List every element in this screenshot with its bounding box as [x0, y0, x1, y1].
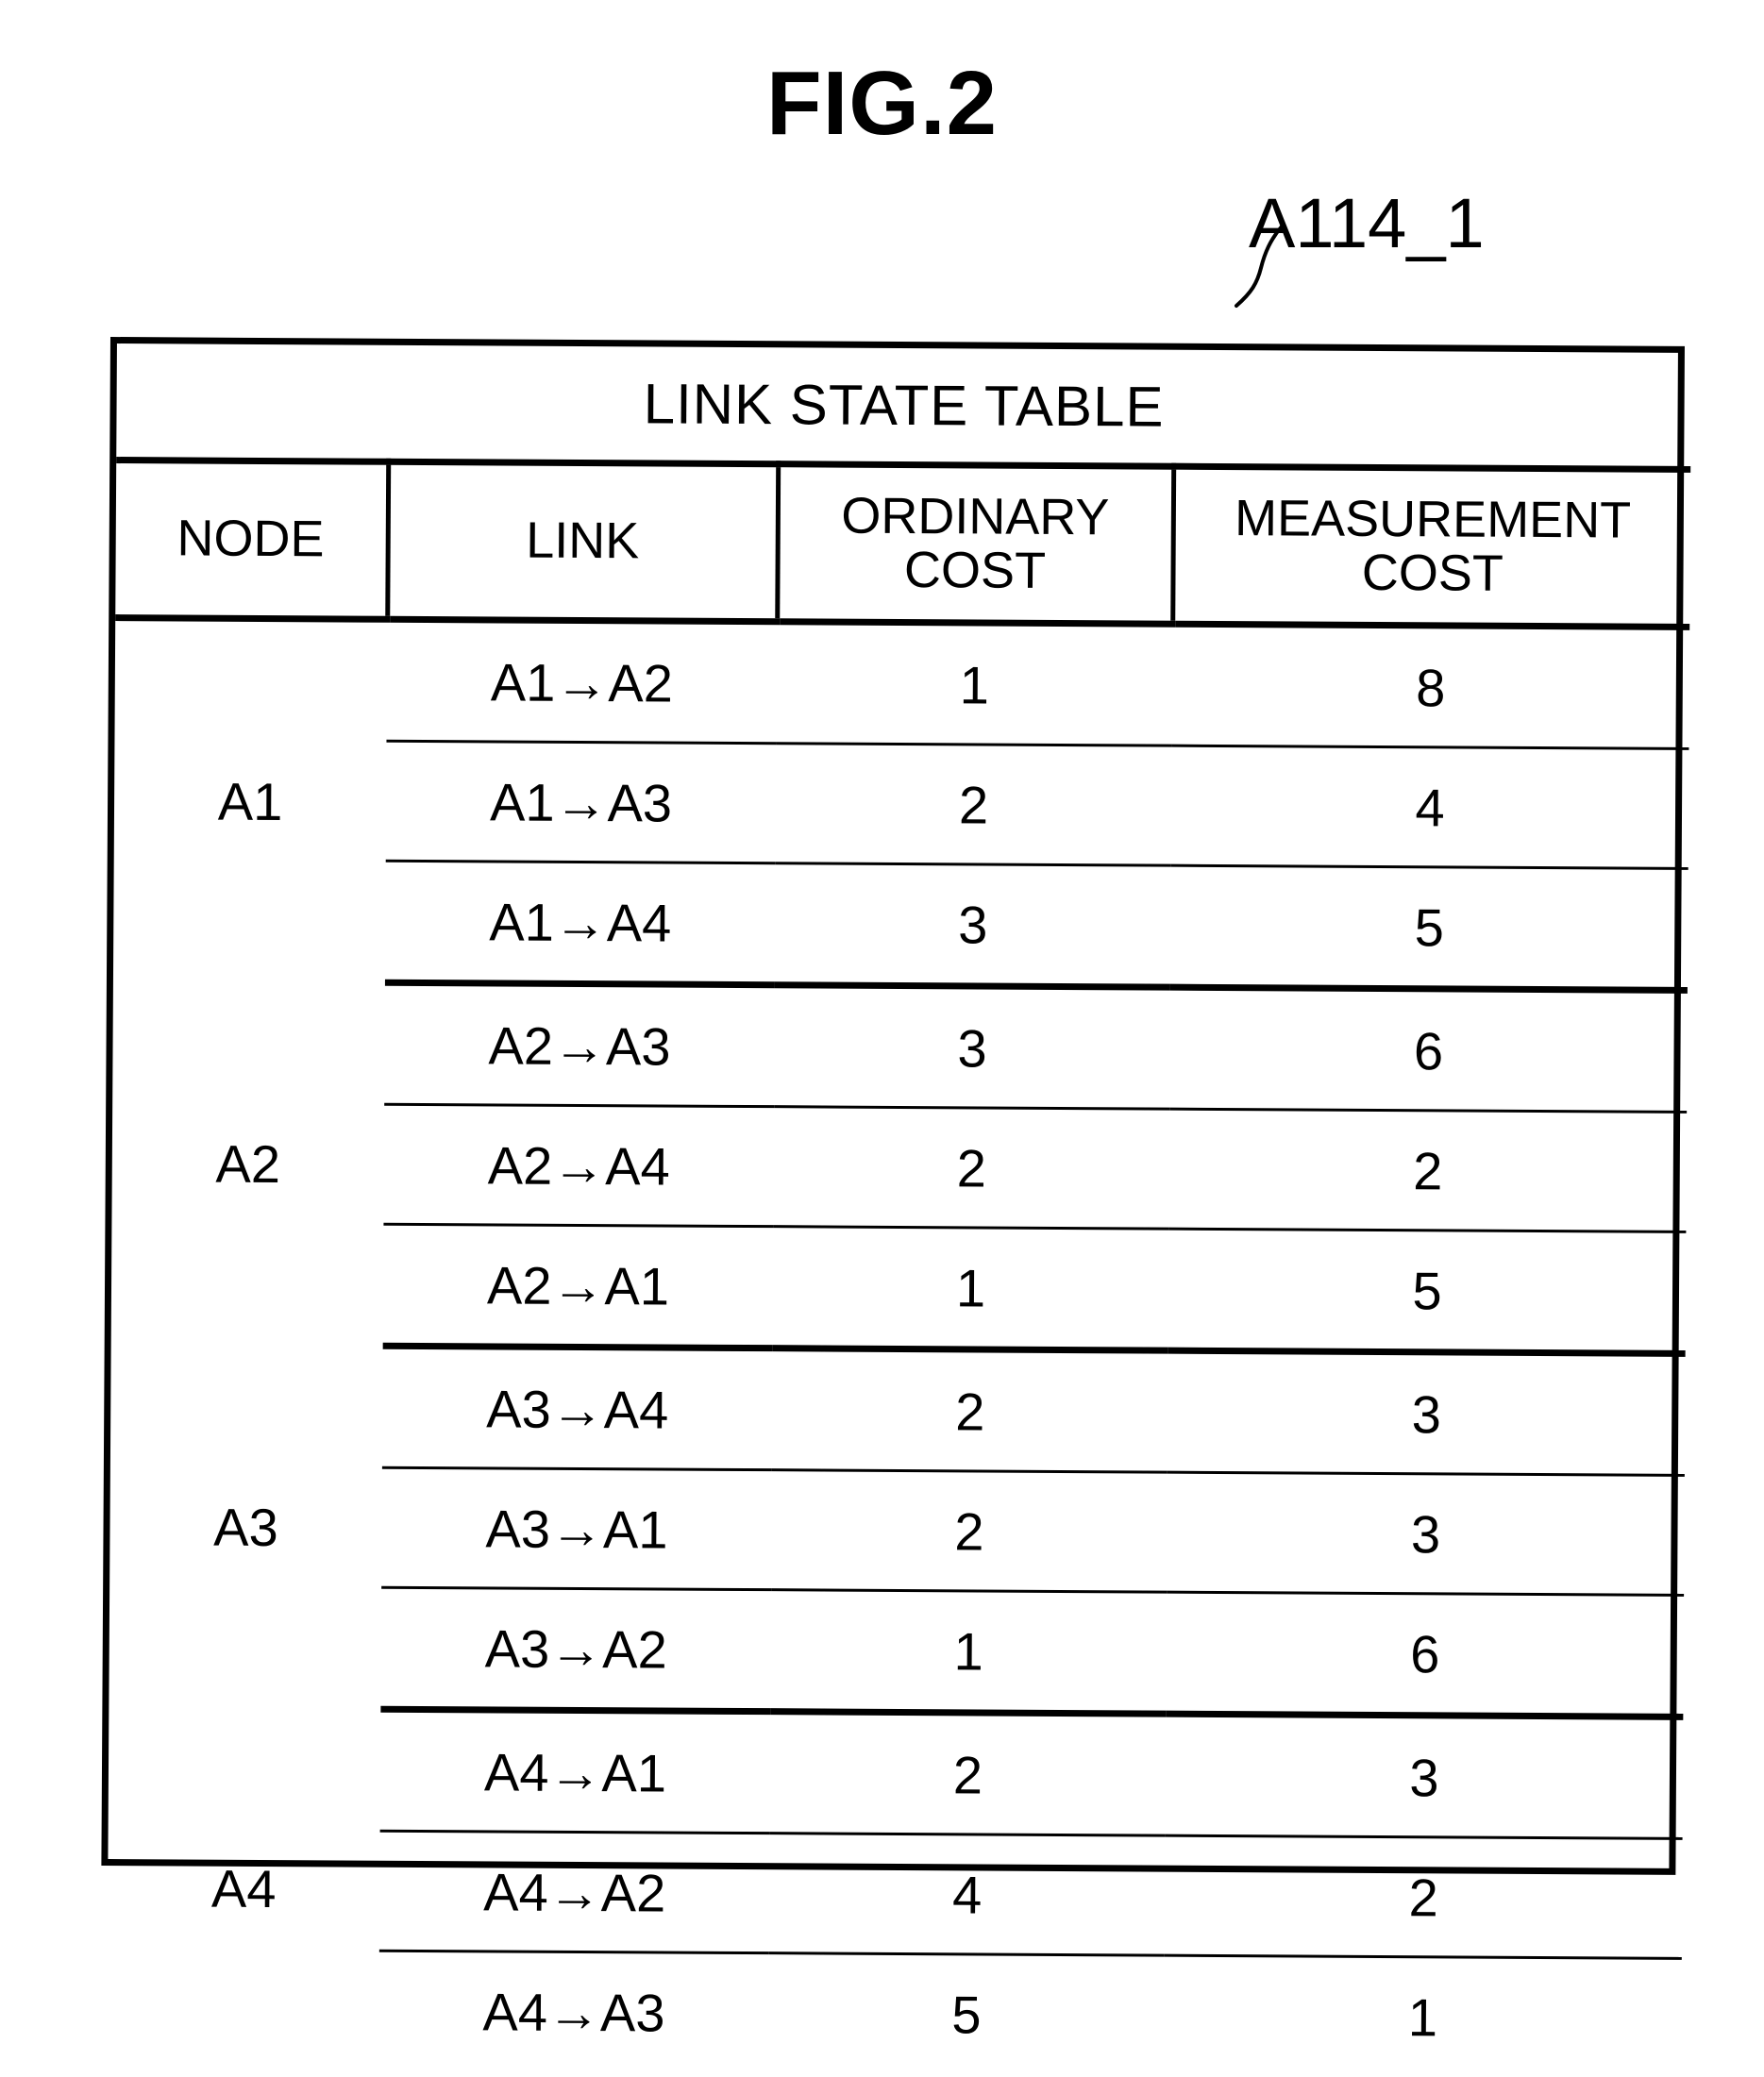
table-title: LINK STATE TABLE — [116, 343, 1691, 470]
ordinary-cost-cell: 3 — [774, 863, 1171, 988]
column-header-measurement-cost-line2: COST — [1361, 544, 1504, 602]
measurement-cost-cell: 3 — [1167, 1350, 1686, 1476]
link-cell: A4→A2 — [378, 1831, 770, 1953]
ordinary-cost-cell: 4 — [768, 1833, 1166, 1956]
ordinary-cost-cell: 2 — [771, 1469, 1168, 1593]
ordinary-cost-cell: 2 — [769, 1711, 1167, 1836]
link-cell: A1→A2 — [386, 619, 778, 744]
measurement-cost-cell: 8 — [1171, 624, 1690, 749]
column-header-ordinary-cost-line2: COST — [903, 541, 1047, 599]
measurement-cost-cell: 1 — [1407, 1986, 1438, 2047]
ordinary-cost-cell: 1 — [772, 1226, 1169, 1351]
ordinary-cost-cell: 2 — [771, 1348, 1168, 1473]
link-cell: A3→A1 — [381, 1467, 772, 1590]
column-header-ordinary-cost-line1: ORDINARY — [841, 487, 1110, 546]
column-header-measurement-cost: MEASUREMENT COST — [1172, 466, 1691, 628]
link-cell: A2→A4 — [383, 1104, 775, 1227]
link-cell: A3→A4 — [381, 1346, 773, 1470]
ordinary-cost-cell: 2 — [775, 743, 1172, 866]
ordinary-cost-cell: 5 — [951, 1984, 982, 2045]
measurement-cost-cell: 5 — [1168, 1229, 1687, 1354]
column-header-ordinary-cost: ORDINARY COST — [777, 463, 1174, 625]
link-cell: A2→A3 — [384, 982, 775, 1107]
link-cell: A2→A1 — [382, 1224, 774, 1348]
column-header-link: LINK — [387, 461, 779, 622]
link-cell: A4→A1 — [379, 1709, 771, 1834]
column-header-node: NODE — [115, 460, 389, 620]
ordinary-cost-cell: 1 — [770, 1589, 1168, 1715]
column-header-measurement-cost-line1: MEASUREMENT — [1234, 489, 1632, 549]
node-group-cell: A4 — [210, 1858, 277, 1918]
link-cell: A1→A3 — [385, 741, 777, 863]
reference-leader-line — [1235, 225, 1284, 308]
measurement-cost-cell: 4 — [1170, 745, 1689, 869]
figure-title: FIG.2 — [765, 53, 999, 154]
node-group-cell: A2 — [215, 1133, 281, 1194]
measurement-cost-cell: 2 — [1164, 1835, 1683, 1959]
link-state-table-grid: LINK STATE TABLE NODE LINK ORDINARY COST… — [107, 343, 1691, 2077]
table-header-row: NODE LINK ORDINARY COST MEASUREMENT COST — [115, 460, 1691, 628]
measurement-cost-cell: 3 — [1165, 1714, 1684, 1839]
link-cell: A4→A3 — [482, 1981, 665, 2043]
link-cell: A1→A4 — [384, 861, 776, 985]
link-cell: A3→A2 — [380, 1587, 772, 1712]
table-title-row: LINK STATE TABLE — [116, 343, 1691, 470]
table-row: A4 A4→A1 2 3 — [109, 1708, 1684, 1918]
node-group-cell: A1 — [217, 771, 283, 832]
measurement-cost-cell: 6 — [1169, 987, 1688, 1113]
measurement-cost-cell: 2 — [1168, 1109, 1688, 1232]
ordinary-cost-cell: 3 — [774, 984, 1170, 1110]
table-row: A3 A3→A4 2 3 — [110, 1345, 1686, 1557]
measurement-cost-cell: 3 — [1167, 1472, 1685, 1596]
measurement-cost-cell: 6 — [1166, 1592, 1685, 1717]
table-row: A2 A2→A3 3 6 — [112, 981, 1688, 1194]
ordinary-cost-cell: 2 — [773, 1106, 1170, 1230]
measurement-cost-cell: 5 — [1169, 865, 1688, 991]
node-group-cell: A3 — [213, 1497, 278, 1557]
table-row: A1 A1→A2 1 8 — [114, 618, 1690, 831]
link-state-table: LINK STATE TABLE NODE LINK ORDINARY COST… — [101, 337, 1691, 2047]
ordinary-cost-cell: 1 — [776, 621, 1173, 746]
